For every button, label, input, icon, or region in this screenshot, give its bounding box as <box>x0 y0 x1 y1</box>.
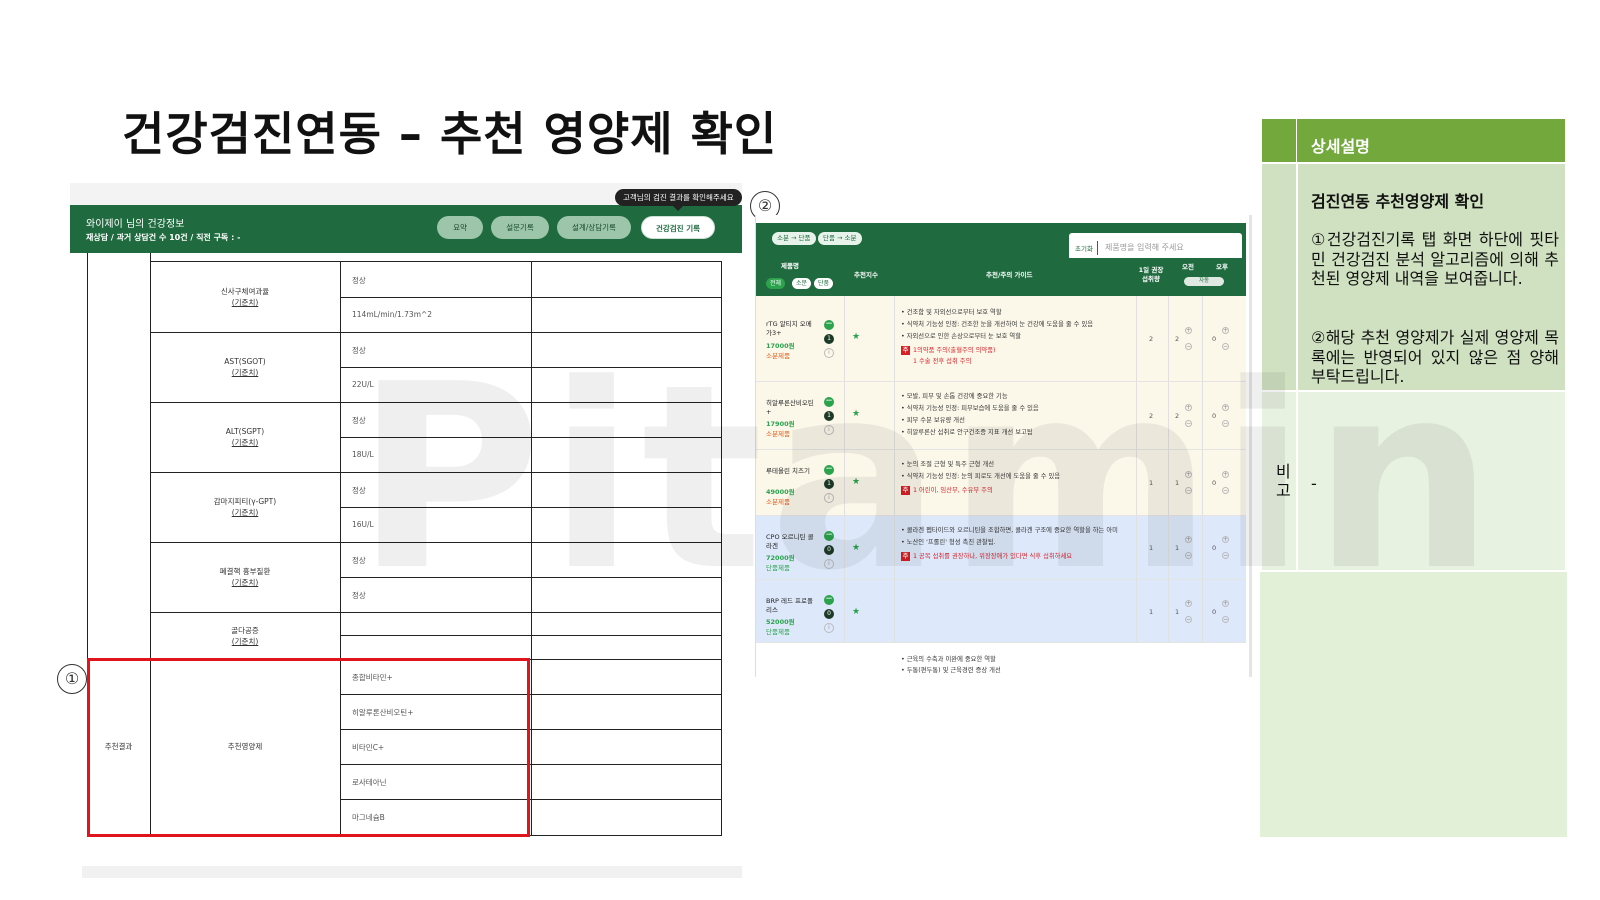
pill-subdivide-to-single[interactable]: 소분 → 단품 <box>772 232 816 245</box>
time-select[interactable]: 자동 <box>1184 277 1224 286</box>
panel-header: 상세설명 <box>1260 117 1567 166</box>
guide-line: • 근육의 수축과 이완에 중요한 역할 <box>901 656 996 663</box>
row-label-ggt: 감마지피티(γ-GPT) (기준치) <box>213 497 277 517</box>
tab-consult[interactable]: 설계/상담기록 <box>557 216 631 239</box>
guide-line: • 건조함 및 자외선으로부터 보호 역할 <box>901 309 1002 316</box>
value-gfr-status: 정상 <box>352 276 366 285</box>
col-guide: 추천/주의 가이드 <box>986 271 1033 279</box>
filter-all[interactable]: 전체 <box>766 278 786 289</box>
guide-line: • 식약처 기능성 인정: 건조한 눈을 개선하여 눈 건강에 도움을 줄 수 … <box>901 321 1094 328</box>
col-daily: 1일 권장 섭취량 <box>1138 266 1164 283</box>
value-gfr: 114mL/min/1.73m^2 <box>352 310 433 319</box>
reset-button[interactable]: 초기화 <box>1075 243 1093 253</box>
col-pm: 오후 <box>1216 263 1228 271</box>
filter-single[interactable]: 단품 <box>814 278 834 289</box>
row-label-gfr: 신사구체여과율 (기준치) <box>220 287 270 307</box>
row-label-osteoporosis: 골다공증 (기준치) <box>231 626 259 646</box>
panel-title: 검진연동 추천영양제 확인 <box>1311 192 1485 211</box>
col-am: 오전 <box>1182 263 1194 271</box>
list-topbar: 소분 → 단품 단품 → 소분 초기화 제품명을 입력해 주세요 <box>756 223 1246 263</box>
product-type: 단품제품 <box>766 628 790 636</box>
pill-single-to-subdivide[interactable]: 단품 → 소분 <box>818 232 862 245</box>
tab-survey[interactable]: 설문기록 <box>491 216 549 239</box>
tab-health-checkup[interactable]: 건강검진 기록 <box>641 216 715 239</box>
col-name: 제품명 <box>781 262 799 270</box>
slide-title: 건강검진연동 – 추천 영양제 확인 <box>122 107 778 161</box>
bottom-strip <box>82 866 742 878</box>
guide-line: • 두통(편두통) 및 근육경련 증상 개선 <box>901 667 1001 674</box>
recommendation-highlight-box <box>87 658 530 837</box>
marker-1: ① <box>57 664 87 694</box>
tooltip: 고객님의 검진 결과를 확인해주세요 <box>615 189 742 211</box>
customer-header: 와이제이 님의 건강정보 재상담 / 과거 상담건 수 10건 / 직전 구독 … <box>70 205 742 253</box>
row-label-alt: ALT(SGPT) (기준치) <box>225 427 265 447</box>
panel-header-title: 상세설명 <box>1311 137 1370 156</box>
tab-summary[interactable]: 요약 <box>437 216 483 239</box>
customer-name: 와이제이 님의 건강정보 <box>86 219 185 230</box>
panel-paragraph-1: ①건강검진기록 탭 화면 하단에 핏타민 건강검진 분석 알고리즘에 의해 추천… <box>1311 230 1559 288</box>
list-item: • 근육의 수축과 이완에 중요한 역할 • 두통(편두통) 및 근육경련 증상… <box>756 643 1246 677</box>
row-label-tb: 폐결핵 흉부질환 (기준치) <box>219 567 271 587</box>
customer-summary: 재상담 / 과거 상담건 수 10건 / 직전 구독 : - <box>86 233 241 242</box>
filter-subdivide[interactable]: 소분 <box>792 278 812 289</box>
list-header: 제품명 전체 소분 단품 추천지수 추천/주의 가이드 1일 권장 섭취량 오전… <box>756 258 1246 296</box>
col-recommend: 추천지수 <box>854 271 878 279</box>
row-label-ast: AST(SGOT) (기준치) <box>224 357 266 377</box>
watermark: Pitamin <box>355 330 1500 627</box>
remove-icon[interactable]: − <box>824 320 834 330</box>
search-input[interactable]: 제품명을 입력해 주세요 <box>1105 242 1184 253</box>
